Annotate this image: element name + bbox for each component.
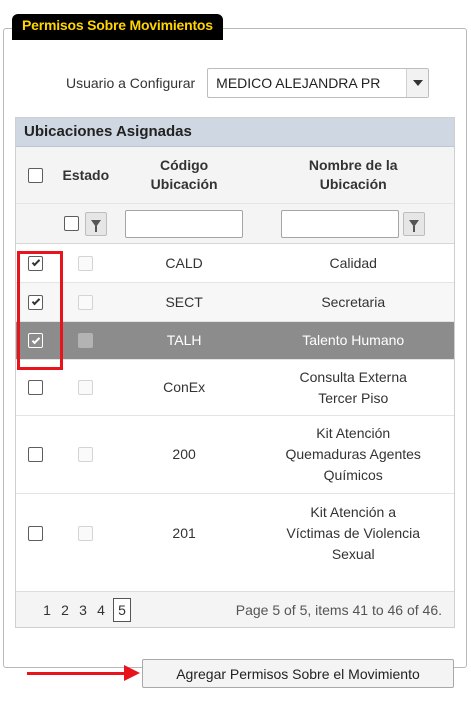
row-code: 201 bbox=[172, 525, 196, 541]
add-permissions-button[interactable]: Agregar Permisos Sobre el Movimiento bbox=[142, 659, 454, 688]
arrow-icon bbox=[27, 672, 127, 675]
header-nombre-label: Nombre de la Ubicación bbox=[308, 157, 398, 192]
filter-icon bbox=[91, 220, 102, 232]
header-codigo-label: Código Ubicación bbox=[150, 157, 218, 192]
grid-title: Ubicaciones Asignadas bbox=[16, 118, 454, 147]
table-row-selected[interactable]: TALH Talento Humano bbox=[16, 322, 454, 360]
grid-header-row: Estado Código Ubicación Nombre de la Ubi… bbox=[16, 147, 454, 204]
row-code: CALD bbox=[165, 254, 203, 271]
row-name-text: Kit Atención a Víctimas de Violencia Sex… bbox=[286, 504, 421, 562]
section-legend: Permisos Sobre Movimientos bbox=[12, 14, 223, 40]
row-checkbox[interactable] bbox=[28, 380, 44, 395]
table-row[interactable]: SECT Secretaria bbox=[16, 283, 454, 322]
row-checkbox[interactable] bbox=[28, 526, 44, 541]
table-row[interactable]: ConEx Consulta Externa Tercer Piso bbox=[16, 360, 454, 416]
row-name-text: Kit Atención Quemaduras Agentes Químicos bbox=[285, 425, 421, 483]
nombre-filter-button[interactable] bbox=[403, 211, 426, 236]
row-checkbox[interactable] bbox=[28, 447, 44, 462]
arrow-head-icon bbox=[124, 665, 140, 681]
combobox-dropdown-button[interactable] bbox=[406, 69, 429, 97]
user-selector-row: Usuario a Configurar MEDICO ALEJANDRA PR bbox=[66, 68, 430, 98]
nombre-filter-input[interactable] bbox=[281, 209, 400, 238]
chevron-down-icon bbox=[412, 80, 423, 86]
user-combobox-value: MEDICO ALEJANDRA PR bbox=[216, 75, 381, 91]
row-code: ConEx bbox=[163, 379, 206, 395]
header-estado[interactable]: Estado bbox=[56, 147, 116, 203]
row-name: Talento Humano bbox=[302, 332, 405, 348]
filter-icon bbox=[409, 220, 420, 232]
row-estado-cell bbox=[56, 283, 116, 321]
filter-empty-cell bbox=[16, 204, 56, 243]
user-label: Usuario a Configurar bbox=[66, 75, 196, 91]
highlight-box bbox=[17, 251, 63, 370]
pager-page-3[interactable]: 3 bbox=[74, 602, 92, 618]
row-select-cell bbox=[16, 416, 56, 493]
estado-checkbox bbox=[78, 294, 94, 310]
grid-filter-row bbox=[16, 204, 454, 244]
select-all-checkbox[interactable] bbox=[28, 167, 44, 183]
row-estado-cell bbox=[56, 416, 116, 493]
pager-page-1[interactable]: 1 bbox=[38, 602, 56, 618]
codigo-filter-input[interactable] bbox=[125, 209, 244, 238]
row-estado-cell bbox=[56, 322, 116, 359]
estado-checkbox bbox=[78, 333, 94, 348]
row-name-text: Consulta Externa Tercer Piso bbox=[299, 368, 407, 406]
header-codigo[interactable]: Código Ubicación bbox=[116, 147, 253, 203]
row-code: 200 bbox=[172, 446, 196, 462]
row-name: Kit Atención a Víctimas de Violencia Sex… bbox=[252, 494, 454, 573]
pager-page-2[interactable]: 2 bbox=[56, 602, 74, 618]
row-name: Consulta Externa Tercer Piso bbox=[252, 360, 454, 415]
filter-codigo-cell bbox=[116, 204, 253, 243]
estado-checkbox bbox=[78, 255, 94, 271]
header-select-cell bbox=[16, 147, 56, 203]
table-row[interactable]: 201 Kit Atención a Víctimas de Violencia… bbox=[16, 494, 454, 573]
grid-pager: 1 2 3 4 5 Page 5 of 5, items 41 to 46 of… bbox=[16, 591, 454, 627]
table-row[interactable]: 200 Kit Atención Quemaduras Agentes Quím… bbox=[16, 416, 454, 494]
row-name: Calidad bbox=[329, 254, 377, 271]
user-combobox[interactable]: MEDICO ALEJANDRA PR bbox=[207, 68, 430, 98]
row-estado-cell bbox=[56, 494, 116, 573]
locations-grid: Ubicaciones Asignadas Estado Código Ubic… bbox=[15, 117, 455, 628]
row-select-cell bbox=[16, 494, 56, 573]
filter-nombre-cell bbox=[252, 204, 454, 243]
estado-checkbox bbox=[78, 380, 94, 395]
estado-checkbox bbox=[78, 447, 94, 462]
table-row[interactable]: CALD Calidad bbox=[16, 244, 454, 283]
row-code: TALH bbox=[166, 332, 202, 348]
row-estado-cell bbox=[56, 360, 116, 415]
filter-estado-cell bbox=[56, 204, 116, 243]
pager-page-current[interactable]: 5 bbox=[113, 597, 131, 622]
estado-filter-button[interactable] bbox=[85, 211, 108, 236]
row-name: Kit Atención Quemaduras Agentes Químicos bbox=[252, 416, 454, 493]
pager-page-4[interactable]: 4 bbox=[92, 602, 110, 618]
row-estado-cell bbox=[56, 244, 116, 282]
row-code: SECT bbox=[165, 293, 203, 310]
pager-info: Page 5 of 5, items 41 to 46 of 46. bbox=[235, 601, 442, 618]
header-nombre[interactable]: Nombre de la Ubicación bbox=[252, 147, 454, 203]
row-name: Secretaria bbox=[321, 293, 386, 310]
estado-filter-checkbox[interactable] bbox=[64, 216, 80, 231]
estado-checkbox bbox=[78, 526, 94, 541]
